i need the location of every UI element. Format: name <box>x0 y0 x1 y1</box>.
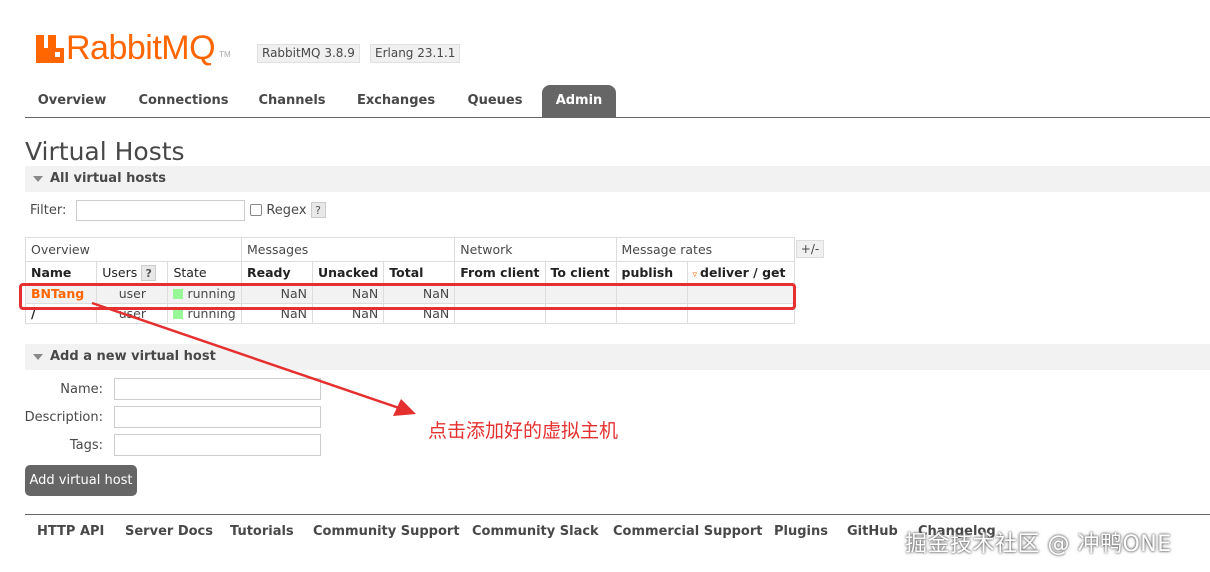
tab-channels[interactable]: Channels <box>250 85 334 117</box>
group-header-network: Network <box>454 237 617 262</box>
column-toggle-button[interactable]: +/- <box>796 240 824 258</box>
group-header-overview: Overview <box>25 237 242 262</box>
collapse-triangle-icon <box>33 354 43 360</box>
footer-link-community-slack[interactable]: Community Slack <box>472 524 599 539</box>
tags-label: Tags: <box>69 438 103 453</box>
table-column-header: Name Users? State Ready Unacked Total Fr… <box>24 261 795 284</box>
tags-input[interactable] <box>114 434 321 456</box>
annotation-text: 点击添加好的虚拟主机 <box>428 420 619 442</box>
tab-exchanges[interactable]: Exchanges <box>349 85 443 117</box>
collapse-triangle-icon <box>33 176 43 182</box>
page-title: Virtual Hosts <box>25 137 185 166</box>
regex-label: Regex <box>266 202 307 218</box>
name-input[interactable] <box>114 378 321 400</box>
highlight-annotation-box <box>19 283 796 310</box>
add-virtual-host-toggle[interactable]: Add a new virtual host <box>25 344 1210 370</box>
regex-checkbox[interactable] <box>250 204 263 216</box>
virtual-hosts-table: Overview Messages Network Message rates … <box>24 237 795 324</box>
footer-link-plugins[interactable]: Plugins <box>774 524 828 539</box>
rabbitmq-logo-icon <box>36 35 64 63</box>
filter-input[interactable] <box>76 199 246 221</box>
rabbitmq-logo: RabbitMQ TM <box>36 27 231 67</box>
description-label: Description: <box>24 410 103 425</box>
col-header-total[interactable]: Total <box>383 261 456 284</box>
footer-link-commercial-support[interactable]: Commercial Support <box>613 524 763 539</box>
footer-link-github[interactable]: GitHub <box>847 524 898 539</box>
filter-row: Filter: Regex ? <box>30 199 326 221</box>
sort-desc-icon: ▿ <box>692 270 698 280</box>
col-header-unacked[interactable]: Unacked <box>311 261 385 284</box>
footer-link-community-support[interactable]: Community Support <box>313 524 460 539</box>
col-header-name[interactable]: Name <box>24 261 98 284</box>
users-help-icon[interactable]: ? <box>141 264 157 281</box>
table-group-header: Overview Messages Network Message rates <box>25 237 795 262</box>
watermark: 掘金技术社区 @ 冲鸭ONE <box>905 532 1172 557</box>
erlang-version-badge: Erlang 23.1.1 <box>370 44 461 63</box>
col-header-ready[interactable]: Ready <box>241 261 313 284</box>
footer-link-tutorials[interactable]: Tutorials <box>230 524 294 539</box>
col-header-deliver-get[interactable]: ▿ deliver / get <box>686 261 795 284</box>
tab-admin[interactable]: Admin <box>542 85 616 117</box>
logo-text: RabbitMQ <box>66 29 216 67</box>
col-header-users-label: Users <box>102 264 138 280</box>
main-nav-tabs: Overview Connections Channels Exchanges … <box>25 85 1210 118</box>
col-header-state[interactable]: State <box>167 261 242 284</box>
rabbitmq-version-badge: RabbitMQ 3.8.9 <box>257 44 360 63</box>
col-header-publish[interactable]: publish <box>615 261 688 284</box>
footer-link-http-api[interactable]: HTTP API <box>37 524 104 539</box>
filter-label: Filter: <box>30 202 67 218</box>
section-title-add-virtual-host: Add a new virtual host <box>50 349 216 364</box>
tab-overview[interactable]: Overview <box>25 85 119 117</box>
col-header-users[interactable]: Users? <box>96 261 169 284</box>
group-header-message-rates: Message rates <box>615 237 795 262</box>
add-virtual-host-button[interactable]: Add virtual host <box>25 465 137 496</box>
col-header-to-client[interactable]: To client <box>544 261 617 284</box>
footer-link-server-docs[interactable]: Server Docs <box>125 524 213 539</box>
all-virtual-hosts-toggle[interactable]: All virtual hosts <box>25 166 1210 192</box>
running-status-icon <box>173 309 184 319</box>
col-header-from-client[interactable]: From client <box>454 261 546 284</box>
logo-trademark: TM <box>219 50 231 59</box>
tab-queues[interactable]: Queues <box>459 85 531 117</box>
regex-help-icon[interactable]: ? <box>310 202 326 218</box>
description-input[interactable] <box>114 406 321 428</box>
name-label: Name: <box>60 382 103 397</box>
tab-connections[interactable]: Connections <box>126 85 241 117</box>
group-header-messages: Messages <box>240 237 456 262</box>
section-title-all-virtual-hosts: All virtual hosts <box>50 171 166 186</box>
col-header-deliver-get-label: deliver / get <box>700 265 786 280</box>
